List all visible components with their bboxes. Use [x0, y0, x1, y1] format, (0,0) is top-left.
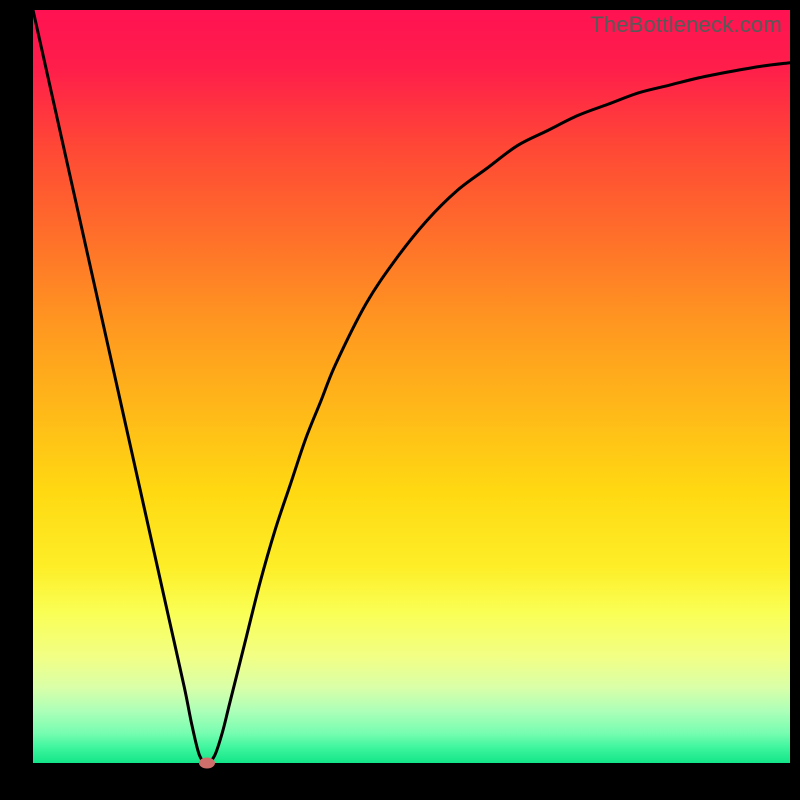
chart-frame: TheBottleneck.com	[0, 0, 800, 800]
minimum-marker	[199, 758, 215, 769]
plot-area: TheBottleneck.com	[33, 10, 790, 763]
bottleneck-curve	[33, 10, 790, 763]
